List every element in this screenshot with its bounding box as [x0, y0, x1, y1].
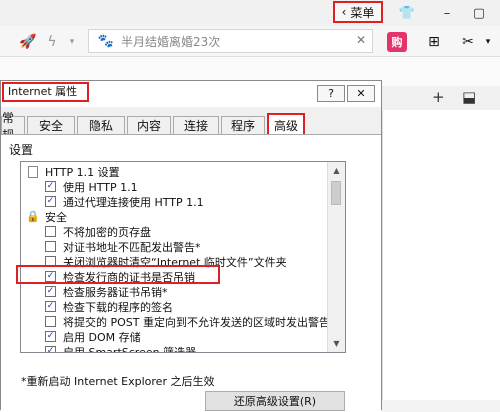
rocket-icon[interactable]: 🚀 [18, 32, 38, 52]
tab-programs[interactable]: 程序 [221, 116, 265, 134]
checkbox[interactable] [45, 316, 56, 327]
list-item[interactable]: ✓ 启用 DOM 存储 [45, 329, 345, 344]
checkbox[interactable]: ✓ [45, 331, 56, 342]
restart-note: *重新启动 Internet Explorer 之后生效 [21, 375, 215, 388]
settings-label: 设置 [9, 143, 34, 157]
list-group: HTTP 1.1 设置 [27, 164, 327, 179]
document-icon [27, 165, 39, 178]
dialog-titlebar: Internet 属性 ? ✕ [1, 81, 381, 107]
chevron-down-icon[interactable]: ▾ [62, 32, 82, 52]
shopping-button[interactable]: 购 [387, 32, 407, 52]
maximize-icon[interactable]: ▢ [468, 3, 490, 23]
chevron-down-icon[interactable]: ▾ [478, 32, 498, 52]
tab-privacy[interactable]: 隐私 [77, 116, 125, 134]
dialog-title: Internet 属性 [2, 82, 89, 102]
checkbox[interactable]: ✓ [45, 286, 56, 297]
tab-list-icon[interactable]: ⬓ [462, 88, 476, 106]
lightning-icon[interactable]: ϟ [42, 32, 62, 52]
list-item[interactable]: 将提交的 POST 重定向到不允许发送的区域时发出警告 [45, 314, 345, 329]
browser-titlebar: ‹ 菜单 👕 – ▢ [0, 0, 500, 26]
tab-security[interactable]: 安全 [27, 116, 75, 134]
internet-options-dialog: Internet 属性 ? ✕ 常规 安全 隐私 内容 连接 程序 高级 设置 … [0, 80, 382, 412]
list-item[interactable]: ✓ 检查服务器证书吊销* [45, 284, 345, 299]
list-item[interactable]: 对证书地址不匹配发出警告* [45, 239, 345, 254]
tab-content[interactable]: 内容 [127, 116, 171, 134]
scroll-down-icon[interactable]: ▼ [328, 335, 345, 352]
address-text: 半月结婚离婚23次 [121, 34, 221, 49]
scroll-thumb[interactable] [331, 181, 341, 205]
annotation-highlight-box [16, 265, 220, 284]
chevron-left-icon: ‹ [341, 5, 347, 19]
checkbox[interactable]: ✓ [45, 346, 56, 352]
checkbox[interactable] [45, 226, 56, 237]
tab-advanced[interactable]: 高级 [267, 113, 305, 135]
checkbox[interactable] [45, 241, 56, 252]
tab-strip: + ⬓ [382, 86, 500, 111]
lock-icon: 🔒 [26, 210, 40, 223]
dialog-tabs: 常规 安全 隐私 内容 连接 程序 高级 [1, 111, 381, 142]
clear-icon[interactable]: ✕ [356, 33, 366, 47]
list-item[interactable]: ✓ 使用 HTTP 1.1 [45, 179, 345, 194]
web-page-content [382, 110, 500, 400]
list-item[interactable]: 不将加密的页存盘 [45, 224, 345, 239]
checkbox[interactable]: ✓ [45, 181, 56, 192]
scroll-up-icon[interactable]: ▲ [328, 162, 345, 179]
settings-list[interactable]: HTTP 1.1 设置 ✓ 使用 HTTP 1.1 ✓ 通过代理连接使用 HTT… [20, 161, 346, 353]
restore-advanced-button[interactable]: 还原高级设置(R) [205, 391, 345, 411]
checkbox[interactable]: ✓ [45, 196, 56, 207]
checkbox[interactable]: ✓ [45, 301, 56, 312]
scissors-icon[interactable]: ✂ [458, 32, 478, 52]
menu-button[interactable]: ‹ 菜单 [333, 1, 383, 23]
list-item[interactable]: ✓ 启用 SmartScreen 筛选器 [45, 344, 345, 352]
menu-label: 菜单 [350, 5, 375, 20]
tab-connections[interactable]: 连接 [173, 116, 219, 134]
minimize-icon[interactable]: – [436, 3, 458, 23]
tab-general[interactable]: 常规 [1, 111, 25, 142]
browser-toolbar: 🚀 ϟ ▾ 🐾 半月结婚离婚23次 ✕ 购 ⊞ ✂ ▾ [0, 26, 500, 57]
list-group: 🔒 安全 [26, 210, 67, 224]
list-item[interactable]: ✓ 通过代理连接使用 HTTP 1.1 [45, 194, 345, 209]
list-item[interactable]: ✓ 检查下载的程序的签名 [45, 299, 345, 314]
help-button[interactable]: ? [317, 85, 345, 102]
vertical-scrollbar[interactable]: ▲ ▼ [327, 162, 345, 352]
close-button[interactable]: ✕ [347, 85, 375, 102]
skin-icon[interactable]: 👕 [396, 3, 418, 23]
address-bar[interactable]: 🐾 半月结婚离婚23次 ✕ [88, 29, 373, 53]
new-tab-icon[interactable]: + [432, 88, 445, 106]
baidu-paw-icon: 🐾 [97, 33, 115, 49]
apps-grid-icon[interactable]: ⊞ [424, 32, 444, 52]
